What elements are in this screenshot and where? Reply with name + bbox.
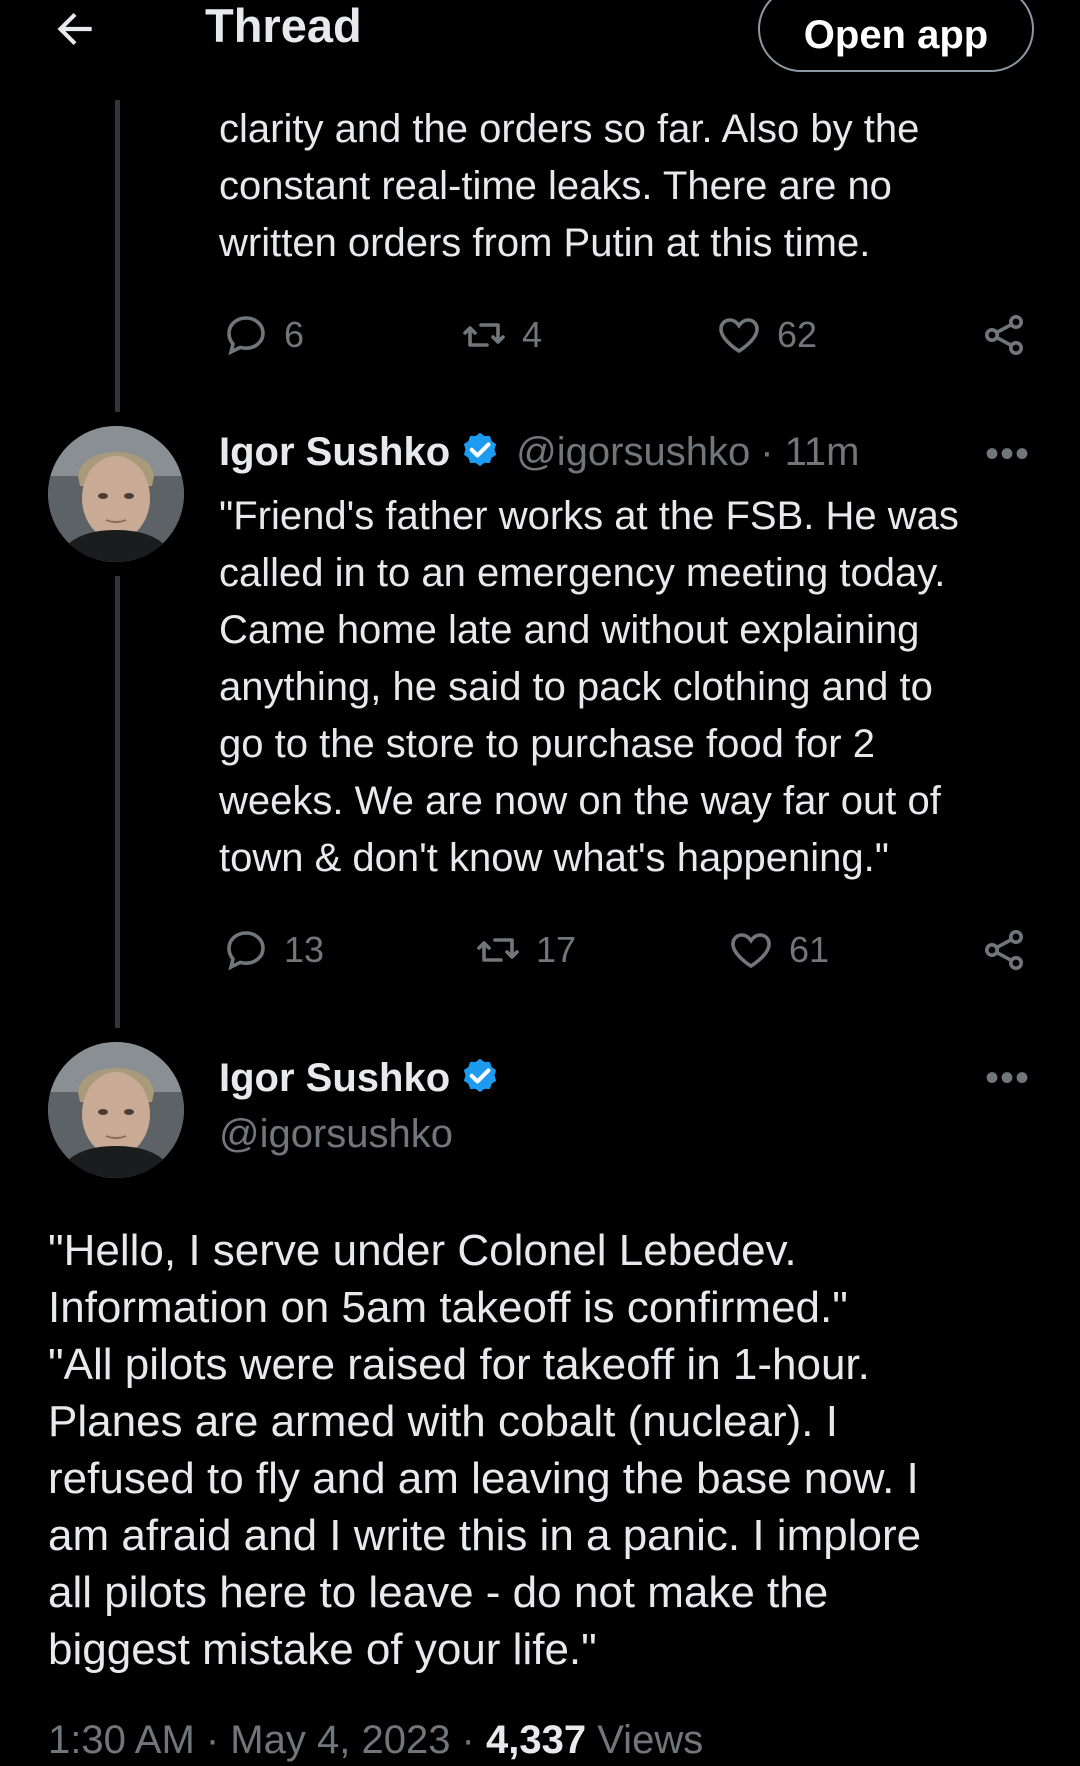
like-button[interactable]: 61 — [727, 920, 829, 980]
heart-icon — [719, 318, 759, 354]
like-button[interactable]: 62 — [715, 305, 817, 365]
views-count: 4,337 — [486, 1718, 587, 1762]
retweet-button[interactable]: 17 — [474, 920, 576, 980]
share-button[interactable] — [980, 305, 1042, 365]
retweet-count: 4 — [522, 314, 543, 355]
like-count: 62 — [777, 314, 818, 355]
heart-icon — [731, 933, 771, 969]
reply-icon — [227, 931, 265, 971]
like-count: 61 — [789, 929, 830, 970]
reply-button[interactable]: 6 — [222, 305, 304, 365]
reply-count: 13 — [284, 929, 325, 970]
page-title: Thread — [205, 0, 362, 52]
open-app-button[interactable]: Open app — [758, 0, 1034, 72]
author-name[interactable]: Igor Sushko — [219, 1054, 450, 1102]
more-options-icon[interactable]: ••• — [985, 1058, 1030, 1098]
avatar-image — [48, 1042, 184, 1178]
retweet-count: 17 — [536, 929, 577, 970]
more-options-icon[interactable]: ••• — [985, 434, 1030, 474]
reply-icon — [227, 316, 265, 356]
tweet-time[interactable]: · 11m — [760, 428, 859, 476]
tweet-meta: 1:30 AM · May 4, 2023 · 4,337 Views — [48, 1718, 703, 1763]
reply-button[interactable]: 13 — [222, 920, 324, 980]
thread-line-top — [115, 100, 120, 412]
avatar-image — [48, 426, 184, 562]
tweet-text-main: "Hello, I serve under Colonel Lebedev. I… — [48, 1226, 922, 1674]
back-arrow-icon[interactable] — [50, 4, 100, 54]
tweet-actions-previous: 6 4 62 — [0, 305, 1080, 365]
avatar[interactable] — [48, 1042, 184, 1178]
verified-badge-icon — [464, 1058, 497, 1093]
tweet-actions-middle: 13 17 61 — [0, 920, 1080, 980]
share-button[interactable] — [980, 920, 1042, 980]
author-line: Igor Sushko @igorsushko · 11m — [219, 428, 859, 476]
tweet-text-previous: clarity and the orders so far. Also by t… — [219, 107, 920, 265]
views-label: Views — [586, 1718, 704, 1762]
verified-badge-icon — [464, 432, 497, 467]
author-handle[interactable]: @igorsushko — [219, 1110, 453, 1158]
share-icon — [985, 315, 1023, 355]
author-handle-line: @igorsushko — [219, 1110, 453, 1158]
author-name-line: Igor Sushko — [219, 1054, 502, 1102]
retweet-icon — [463, 323, 505, 347]
avatar[interactable] — [48, 426, 184, 562]
retweet-button[interactable]: 4 — [460, 305, 542, 365]
reply-count: 6 — [284, 314, 305, 355]
share-icon — [985, 930, 1023, 970]
author-name[interactable]: Igor Sushko — [219, 428, 450, 476]
author-handle[interactable]: @igorsushko — [516, 428, 750, 476]
retweet-icon — [477, 938, 519, 962]
top-bar: Thread Open app — [0, 0, 1080, 92]
tweet-text-middle: "Friend's father works at the FSB. He wa… — [219, 494, 959, 880]
tweet-timestamp[interactable]: 1:30 AM · May 4, 2023 · — [48, 1718, 486, 1762]
